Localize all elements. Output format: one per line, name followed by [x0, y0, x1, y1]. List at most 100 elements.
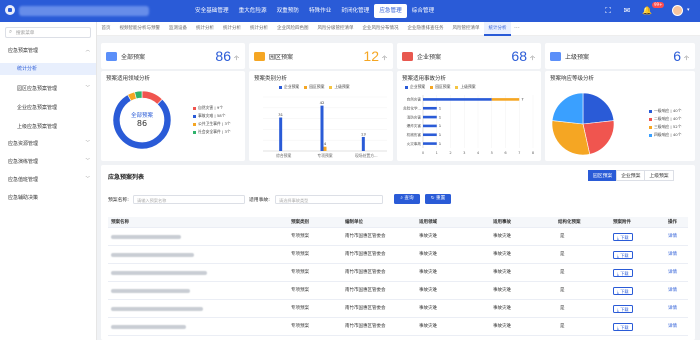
tab-risk-distribution[interactable]: 企业风险分布情况	[358, 22, 403, 36]
plan-name-redacted	[111, 271, 207, 275]
top-navigation-bar: 安全基础管理 重大危险源 双重预防 特殊作业 封闭化管理 应急管理 综合管理 ⛶…	[0, 0, 700, 22]
nav-item-comprehensive[interactable]: 综合管理	[407, 0, 439, 22]
kpi-unit: 个	[233, 56, 239, 62]
download-button[interactable]: ⤓ 下载	[613, 233, 633, 241]
nav-item-special-work[interactable]: 特殊作业	[304, 0, 336, 22]
tab-statistics-2[interactable]: 统计分析	[219, 22, 246, 36]
tab-control-list[interactable]: 风险管控清单	[448, 22, 484, 36]
table-row: 专项预案 南竹市国惠区管委会 事故灾难 事故灾难 是 ⤓ 下载 详情	[108, 264, 688, 282]
detail-link[interactable]: 详情	[668, 318, 677, 336]
x-tick-label: 8	[532, 151, 535, 155]
download-button[interactable]: ⤓ 下载	[613, 323, 633, 331]
nav-item-dual-prevention[interactable]: 双重预防	[272, 0, 304, 22]
table-cell-domain: 事故灾难	[419, 270, 437, 275]
app-logo	[5, 5, 15, 15]
column-header: 预案类别	[291, 220, 309, 225]
message-icon[interactable]: ✉	[622, 6, 632, 16]
table-cell-category: 专项预案	[291, 252, 309, 257]
tab-statistics-active[interactable]: 统计分析	[484, 21, 511, 36]
tab-monitoring-devices[interactable]: 监测设备	[165, 22, 192, 36]
bar-value-label: 1	[439, 123, 442, 128]
download-button[interactable]: ⤓ 下载	[613, 305, 633, 313]
table-cell-structured: 是	[560, 306, 565, 311]
tab-hazard-tasks[interactable]: 企业隐患排查任务	[403, 22, 448, 36]
table-cell-category: 专项预案	[291, 234, 309, 239]
legend-item: 自然灾害 | 9个	[193, 105, 223, 111]
y-tick-label: 爆炸灾害	[407, 123, 422, 128]
tab-risk-list[interactable]: 风险分级管控清单	[313, 22, 358, 36]
sidebar-item-superior-plan[interactable]: 上级应急预案管理	[0, 121, 96, 133]
bell-icon[interactable]: 🔔	[642, 6, 652, 16]
sidebar-item-plan-management[interactable]: 应急预案管理 ︿	[0, 45, 96, 57]
legend-item: 公共卫生事件 | 3个	[193, 121, 231, 127]
plan-name-redacted	[111, 325, 186, 329]
nav-item-hazard-source[interactable]: 重大危险源	[234, 0, 272, 22]
y-tick-label: 危险化学...	[403, 106, 421, 111]
query-button[interactable]: ⌕ 查询	[394, 194, 420, 204]
table-cell-category: 专项预案	[291, 306, 309, 311]
chevron-down-icon[interactable]: ▾	[687, 7, 690, 13]
x-tick-label: 4	[477, 151, 480, 155]
table-cell-accident: 事故灾难	[493, 270, 511, 275]
table-cell-accident: 事故灾难	[493, 306, 511, 311]
download-label: 下载	[620, 235, 629, 240]
bar-value-label: 13	[361, 131, 366, 136]
name-filter-label: 预案名称:	[108, 198, 129, 203]
name-filter-input[interactable]: 请输入预案名称	[133, 195, 245, 204]
view-enterprise-button[interactable]: 企业预案	[616, 170, 646, 181]
legend-item: 二级响应 | 40个	[649, 116, 682, 122]
download-button[interactable]: ⤓ 下载	[613, 287, 633, 295]
table-cell-category: 专项预案	[291, 270, 309, 275]
fullscreen-icon[interactable]: ⛶	[603, 6, 613, 16]
table-cell-structured: 是	[560, 270, 565, 275]
x-tick-label: 7	[518, 151, 520, 155]
search-input[interactable]: ⌕ 搜索菜单	[5, 27, 91, 38]
tab-statistics-3[interactable]: 统计分析	[246, 22, 273, 36]
table-cell-accident: 事故灾难	[493, 324, 511, 329]
reset-button[interactable]: ↻ 重置	[425, 194, 451, 204]
detail-link[interactable]: 详情	[668, 264, 677, 282]
table-cell-structured: 是	[560, 324, 565, 329]
view-toggle: 园区预案 企业预案 上级预案	[588, 170, 674, 181]
avatar[interactable]	[672, 5, 683, 16]
detail-link[interactable]: 详情	[668, 282, 677, 300]
tab-home[interactable]: 首页	[97, 22, 115, 36]
nav-item-emergency[interactable]: 应急管理	[374, 4, 407, 18]
flag-icon	[550, 52, 561, 61]
pie-slice	[582, 92, 615, 125]
kpi-value: 12	[363, 48, 379, 64]
nav-item-safety-basic[interactable]: 安全基础管理	[190, 0, 234, 22]
chart-legend: 企业预案 园区预案 上级预案	[279, 84, 350, 90]
sidebar-item-resources[interactable]: 应急资源管理 ﹀	[0, 138, 96, 150]
sidebar-item-statistics[interactable]: 统计分析	[0, 63, 96, 75]
detail-link[interactable]: 详情	[668, 228, 677, 246]
sidebar-item-enterprise-plan[interactable]: 企业应急预案管理	[0, 102, 96, 114]
nav-item-closed-management[interactable]: 封闭化管理	[336, 0, 374, 22]
download-label: 下载	[620, 271, 629, 276]
tab-risk-map[interactable]: 企业风险四色图	[273, 22, 314, 36]
table-cell-unit: 南竹市国惠区管委会	[345, 234, 386, 239]
table-cell-domain: 事故灾难	[419, 324, 437, 329]
download-button[interactable]: ⤓ 下载	[613, 251, 633, 259]
type-filter-select[interactable]: 请选择事故类型	[275, 195, 383, 204]
download-button[interactable]: ⤓ 下载	[613, 269, 633, 277]
view-park-button[interactable]: 园区预案	[588, 170, 618, 181]
column-header: 操作	[668, 220, 677, 225]
bar	[423, 115, 437, 119]
more-tabs-icon[interactable]: ···	[514, 25, 520, 32]
chevron-down-icon: ﹀	[85, 141, 91, 146]
sidebar-item-duty[interactable]: 应急值班管理 ﹀	[0, 174, 96, 186]
sidebar-item-drills[interactable]: 应急演练管理 ﹀	[0, 156, 96, 168]
detail-link[interactable]: 详情	[668, 246, 677, 264]
sidebar-item-label: 统计分析	[17, 66, 38, 72]
section-title: 预案适用事故分析	[402, 76, 447, 82]
domain-donut-chart: 全部预案 86	[112, 90, 172, 150]
tab-video-analysis[interactable]: 视频智能分析与预警	[115, 22, 165, 36]
detail-link[interactable]: 详情	[668, 300, 677, 318]
sidebar-item-park-plan[interactable]: 园区应急预案管理 ﹀	[0, 83, 96, 95]
view-superior-button[interactable]: 上级预案	[644, 170, 674, 181]
tab-statistics-1[interactable]: 统计分析	[192, 22, 219, 36]
kpi-card-park: 园区预案 12 个	[249, 43, 393, 69]
bar	[279, 117, 283, 151]
sidebar-item-decision[interactable]: 应急辅助决策	[0, 192, 96, 204]
